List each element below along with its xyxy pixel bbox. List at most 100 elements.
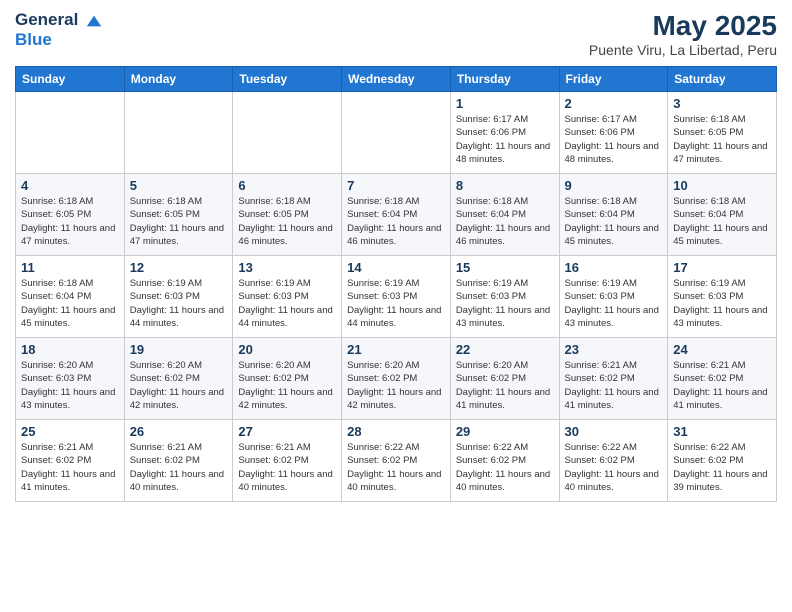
week-row-3: 11 Sunrise: 6:18 AM Sunset: 6:04 PM Dayli…: [16, 256, 777, 338]
calendar-cell: 25Sunrise: 6:21 AM Sunset: 6:02 PM Dayli…: [16, 420, 125, 502]
calendar-cell: 24 Sunrise: 6:21 AM Sunset: 6:02 PM Dayli…: [668, 338, 777, 420]
day-number: 13: [238, 260, 336, 275]
day-info: Sunrise: 6:17 AM Sunset: 6:06 PM Dayligh…: [456, 113, 554, 166]
day-number: 10: [673, 178, 771, 193]
subtitle: Puente Viru, La Libertad, Peru: [589, 42, 777, 58]
calendar-cell: 10 Sunrise: 6:18 AM Sunset: 6:04 PM Dayli…: [668, 174, 777, 256]
day-number: 3: [673, 96, 771, 111]
day-info: Sunrise: 6:18 AM Sunset: 6:05 PM Dayligh…: [130, 195, 228, 248]
day-info: Sunrise: 6:18 AM Sunset: 6:05 PM Dayligh…: [673, 113, 771, 166]
calendar-cell: 4 Sunrise: 6:18 AM Sunset: 6:05 PM Daylig…: [16, 174, 125, 256]
calendar-cell: 26Sunrise: 6:21 AM Sunset: 6:02 PM Dayli…: [124, 420, 233, 502]
day-number: 31: [673, 424, 771, 439]
day-info: Sunrise: 6:19 AM Sunset: 6:03 PM Dayligh…: [130, 277, 228, 330]
day-number: 6: [238, 178, 336, 193]
calendar-cell: 6 Sunrise: 6:18 AM Sunset: 6:05 PM Daylig…: [233, 174, 342, 256]
calendar-cell: 22 Sunrise: 6:20 AM Sunset: 6:02 PM Dayli…: [450, 338, 559, 420]
logo-icon: [85, 12, 103, 30]
day-info: Sunrise: 6:20 AM Sunset: 6:02 PM Dayligh…: [130, 359, 228, 412]
day-number: 26: [130, 424, 228, 439]
week-row-4: 18 Sunrise: 6:20 AM Sunset: 6:03 PM Dayli…: [16, 338, 777, 420]
header-tuesday: Tuesday: [233, 67, 342, 92]
day-number: 29: [456, 424, 554, 439]
title-section: May 2025 Puente Viru, La Libertad, Peru: [589, 10, 777, 58]
calendar-cell: 7 Sunrise: 6:18 AM Sunset: 6:04 PM Daylig…: [342, 174, 451, 256]
calendar-cell: 29 Sunrise: 6:22 AM Sunset: 6:02 PM Dayli…: [450, 420, 559, 502]
day-info: Sunrise: 6:19 AM Sunset: 6:03 PM Dayligh…: [238, 277, 336, 330]
calendar-cell: 28 Sunrise: 6:22 AM Sunset: 6:02 PM Dayli…: [342, 420, 451, 502]
day-number: 18: [21, 342, 119, 357]
day-info: Sunrise: 6:20 AM Sunset: 6:02 PM Dayligh…: [456, 359, 554, 412]
header-monday: Monday: [124, 67, 233, 92]
calendar-cell: 19 Sunrise: 6:20 AM Sunset: 6:02 PM Dayli…: [124, 338, 233, 420]
calendar-cell: 5 Sunrise: 6:18 AM Sunset: 6:05 PM Daylig…: [124, 174, 233, 256]
day-info: Sunrise: 6:21 AM Sunset: 6:02 PM Dayligh…: [238, 441, 336, 494]
day-number: 27: [238, 424, 336, 439]
calendar-cell: 15 Sunrise: 6:19 AM Sunset: 6:03 PM Dayli…: [450, 256, 559, 338]
day-number: 5: [130, 178, 228, 193]
logo: General Blue: [15, 10, 103, 49]
calendar-cell: 14Sunrise: 6:19 AM Sunset: 6:03 PM Dayli…: [342, 256, 451, 338]
calendar-cell: 11 Sunrise: 6:18 AM Sunset: 6:04 PM Dayli…: [16, 256, 125, 338]
calendar-cell: 12 Sunrise: 6:19 AM Sunset: 6:03 PM Dayli…: [124, 256, 233, 338]
day-info: Sunrise: 6:19 AM Sunset: 6:03 PM Dayligh…: [456, 277, 554, 330]
day-info: Sunrise: 6:19 AM Sunset: 6:03 PM Dayligh…: [347, 277, 445, 330]
header-friday: Friday: [559, 67, 668, 92]
calendar-cell: 20 Sunrise: 6:20 AM Sunset: 6:02 PM Dayli…: [233, 338, 342, 420]
calendar-cell: 27 Sunrise: 6:21 AM Sunset: 6:02 PM Dayli…: [233, 420, 342, 502]
day-info: Sunrise: 6:17 AM Sunset: 6:06 PM Dayligh…: [565, 113, 663, 166]
day-info: Sunrise: 6:21 AM Sunset: 6:02 PM Dayligh…: [21, 441, 119, 494]
main-title: May 2025: [589, 10, 777, 42]
calendar-cell: 9Sunrise: 6:18 AM Sunset: 6:04 PM Daylig…: [559, 174, 668, 256]
day-number: 4: [21, 178, 119, 193]
day-info: Sunrise: 6:20 AM Sunset: 6:02 PM Dayligh…: [347, 359, 445, 412]
day-number: 11: [21, 260, 119, 275]
calendar: Sunday Monday Tuesday Wednesday Thursday…: [15, 66, 777, 502]
calendar-cell: 16Sunrise: 6:19 AM Sunset: 6:03 PM Dayli…: [559, 256, 668, 338]
day-number: 28: [347, 424, 445, 439]
calendar-cell: 31 Sunrise: 6:22 AM Sunset: 6:02 PM Dayli…: [668, 420, 777, 502]
week-row-2: 4 Sunrise: 6:18 AM Sunset: 6:05 PM Daylig…: [16, 174, 777, 256]
header-sunday: Sunday: [16, 67, 125, 92]
day-number: 7: [347, 178, 445, 193]
day-info: Sunrise: 6:18 AM Sunset: 6:05 PM Dayligh…: [238, 195, 336, 248]
day-info: Sunrise: 6:21 AM Sunset: 6:02 PM Dayligh…: [673, 359, 771, 412]
day-info: Sunrise: 6:18 AM Sunset: 6:04 PM Dayligh…: [21, 277, 119, 330]
calendar-cell: [342, 92, 451, 174]
calendar-cell: [233, 92, 342, 174]
day-info: Sunrise: 6:22 AM Sunset: 6:02 PM Dayligh…: [347, 441, 445, 494]
day-info: Sunrise: 6:22 AM Sunset: 6:02 PM Dayligh…: [565, 441, 663, 494]
header-thursday: Thursday: [450, 67, 559, 92]
day-number: 19: [130, 342, 228, 357]
header: General Blue May 2025 Puente Viru, La Li…: [15, 10, 777, 58]
day-info: Sunrise: 6:18 AM Sunset: 6:05 PM Dayligh…: [21, 195, 119, 248]
calendar-cell: 23Sunrise: 6:21 AM Sunset: 6:02 PM Dayli…: [559, 338, 668, 420]
day-number: 22: [456, 342, 554, 357]
calendar-header-row: Sunday Monday Tuesday Wednesday Thursday…: [16, 67, 777, 92]
day-number: 20: [238, 342, 336, 357]
day-number: 16: [565, 260, 663, 275]
day-number: 9: [565, 178, 663, 193]
header-wednesday: Wednesday: [342, 67, 451, 92]
calendar-cell: 17Sunrise: 6:19 AM Sunset: 6:03 PM Dayli…: [668, 256, 777, 338]
calendar-cell: 13 Sunrise: 6:19 AM Sunset: 6:03 PM Dayli…: [233, 256, 342, 338]
calendar-cell: 30 Sunrise: 6:22 AM Sunset: 6:02 PM Dayli…: [559, 420, 668, 502]
day-number: 15: [456, 260, 554, 275]
day-info: Sunrise: 6:22 AM Sunset: 6:02 PM Dayligh…: [673, 441, 771, 494]
header-saturday: Saturday: [668, 67, 777, 92]
day-info: Sunrise: 6:20 AM Sunset: 6:02 PM Dayligh…: [238, 359, 336, 412]
calendar-cell: 18 Sunrise: 6:20 AM Sunset: 6:03 PM Dayli…: [16, 338, 125, 420]
day-number: 23: [565, 342, 663, 357]
calendar-cell: 3 Sunrise: 6:18 AM Sunset: 6:05 PM Daylig…: [668, 92, 777, 174]
day-info: Sunrise: 6:18 AM Sunset: 6:04 PM Dayligh…: [347, 195, 445, 248]
week-row-1: 1Sunrise: 6:17 AM Sunset: 6:06 PM Daylig…: [16, 92, 777, 174]
day-info: Sunrise: 6:20 AM Sunset: 6:03 PM Dayligh…: [21, 359, 119, 412]
day-number: 30: [565, 424, 663, 439]
day-info: Sunrise: 6:22 AM Sunset: 6:02 PM Dayligh…: [456, 441, 554, 494]
day-number: 24: [673, 342, 771, 357]
day-number: 8: [456, 178, 554, 193]
day-info: Sunrise: 6:18 AM Sunset: 6:04 PM Dayligh…: [673, 195, 771, 248]
week-row-5: 25Sunrise: 6:21 AM Sunset: 6:02 PM Dayli…: [16, 420, 777, 502]
day-number: 12: [130, 260, 228, 275]
day-number: 17: [673, 260, 771, 275]
